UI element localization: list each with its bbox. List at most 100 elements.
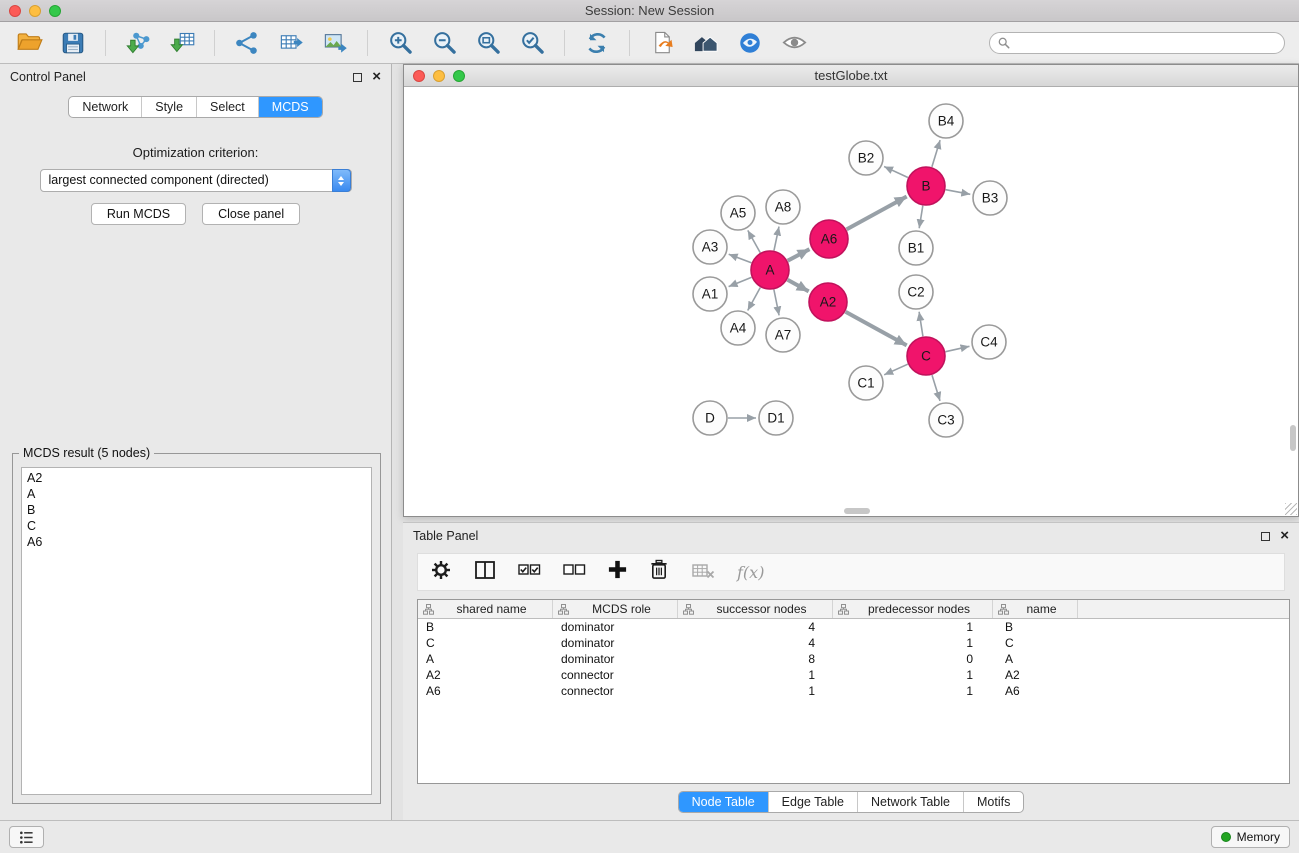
graph-node-C1[interactable]: C1 bbox=[849, 366, 883, 400]
graph-node-C4[interactable]: C4 bbox=[972, 325, 1006, 359]
graph-node-A4[interactable]: A4 bbox=[721, 311, 755, 345]
search-input[interactable] bbox=[1015, 36, 1276, 50]
graph-edge-C-C1[interactable] bbox=[884, 364, 908, 375]
zoom-in-button[interactable] bbox=[381, 26, 419, 60]
open-session-button[interactable] bbox=[10, 26, 48, 60]
maximize-network-button[interactable] bbox=[453, 70, 465, 82]
maximize-window-button[interactable] bbox=[49, 5, 61, 17]
graph-node-C2[interactable]: C2 bbox=[899, 275, 933, 309]
mcds-result-item[interactable]: A2 bbox=[27, 470, 366, 486]
float-panel-icon[interactable] bbox=[353, 73, 362, 82]
delete-table-button[interactable] bbox=[691, 561, 715, 584]
zoom-fit-button[interactable] bbox=[469, 26, 507, 60]
graph-node-B3[interactable]: B3 bbox=[973, 181, 1007, 215]
tab-select[interactable]: Select bbox=[197, 97, 259, 117]
show-columns-button[interactable] bbox=[474, 560, 496, 585]
column-header-MCDS-role[interactable]: MCDS role bbox=[553, 600, 678, 618]
close-table-panel-icon[interactable] bbox=[1280, 531, 1289, 541]
column-header-shared-name[interactable]: shared name bbox=[418, 600, 553, 618]
network-overview-button[interactable] bbox=[687, 26, 725, 60]
graph-node-B2[interactable]: B2 bbox=[849, 141, 883, 175]
tab-edge-table[interactable]: Edge Table bbox=[769, 792, 858, 812]
graph-node-A3[interactable]: A3 bbox=[693, 230, 727, 264]
zoom-out-button[interactable] bbox=[425, 26, 463, 60]
delete-column-button[interactable] bbox=[649, 559, 669, 586]
mcds-result-item[interactable]: C bbox=[27, 518, 366, 534]
network-window-titlebar[interactable]: testGlobe.txt bbox=[404, 65, 1298, 87]
graph-edge-A-A6[interactable] bbox=[788, 249, 810, 261]
minimize-window-button[interactable] bbox=[29, 5, 41, 17]
style-vizmapper-button[interactable] bbox=[731, 26, 769, 60]
export-document-button[interactable] bbox=[643, 26, 681, 60]
zoom-selected-button[interactable] bbox=[513, 26, 551, 60]
mcds-result-item[interactable]: A6 bbox=[27, 534, 366, 550]
graph-edge-C-C4[interactable] bbox=[946, 346, 970, 351]
table-settings-button[interactable] bbox=[430, 559, 452, 586]
column-header-successor-nodes[interactable]: successor nodes bbox=[678, 600, 833, 618]
graph-edge-B-B1[interactable] bbox=[919, 206, 923, 229]
table-row[interactable]: Adominator80A bbox=[418, 651, 1289, 667]
graph-edge-B-B2[interactable] bbox=[884, 167, 908, 178]
graph-node-D1[interactable]: D1 bbox=[759, 401, 793, 435]
graph-node-B[interactable]: B bbox=[907, 167, 945, 205]
horizontal-scrollbar-thumb[interactable] bbox=[844, 508, 870, 514]
graph-node-B4[interactable]: B4 bbox=[929, 104, 963, 138]
graph-node-B1[interactable]: B1 bbox=[899, 231, 933, 265]
column-header-predecessor-nodes[interactable]: predecessor nodes bbox=[833, 600, 993, 618]
graph-edge-A-A3[interactable] bbox=[729, 254, 752, 263]
tab-mcds[interactable]: MCDS bbox=[259, 97, 322, 117]
network-canvas[interactable]: B4B2BB3A8A5A6A3B1AC2A1A2A4A7C4CC1C3DD1 bbox=[404, 87, 1298, 516]
select-all-rows-button[interactable] bbox=[518, 561, 541, 583]
graph-node-C[interactable]: C bbox=[907, 337, 945, 375]
resize-grip-icon[interactable] bbox=[1285, 503, 1297, 515]
graph-node-A6[interactable]: A6 bbox=[810, 220, 848, 258]
deselect-all-rows-button[interactable] bbox=[563, 561, 586, 583]
table-row[interactable]: Cdominator41C bbox=[418, 635, 1289, 651]
graph-edge-A-A4[interactable] bbox=[748, 288, 761, 311]
criterion-select[interactable]: largest connected component (directed) bbox=[40, 169, 352, 192]
add-column-button[interactable] bbox=[608, 560, 627, 584]
graph-node-D[interactable]: D bbox=[693, 401, 727, 435]
import-table-button[interactable] bbox=[163, 26, 201, 60]
graph-node-A1[interactable]: A1 bbox=[693, 277, 727, 311]
export-table-button[interactable] bbox=[272, 26, 310, 60]
close-window-button[interactable] bbox=[9, 5, 21, 17]
mcds-result-item[interactable]: A bbox=[27, 486, 366, 502]
graph-edge-A-A8[interactable] bbox=[774, 227, 779, 251]
graph-edge-A-A7[interactable] bbox=[774, 290, 779, 316]
close-panel-icon[interactable] bbox=[372, 72, 381, 82]
graph-node-A5[interactable]: A5 bbox=[721, 196, 755, 230]
table-row[interactable]: A2connector11A2 bbox=[418, 667, 1289, 683]
minimize-network-button[interactable] bbox=[433, 70, 445, 82]
memory-button[interactable]: Memory bbox=[1211, 826, 1290, 848]
graph-edge-A6-B[interactable] bbox=[847, 197, 907, 230]
vertical-scrollbar-thumb[interactable] bbox=[1290, 425, 1296, 451]
graph-edge-C-C3[interactable] bbox=[932, 375, 940, 401]
tab-network-table[interactable]: Network Table bbox=[858, 792, 964, 812]
show-hide-button[interactable] bbox=[775, 26, 813, 60]
graph-edge-A-A5[interactable] bbox=[748, 230, 760, 252]
tab-node-table[interactable]: Node Table bbox=[679, 792, 769, 812]
tab-network[interactable]: Network bbox=[69, 97, 142, 117]
graph-node-A8[interactable]: A8 bbox=[766, 190, 800, 224]
save-session-button[interactable] bbox=[54, 26, 92, 60]
close-network-button[interactable] bbox=[413, 70, 425, 82]
mcds-result-item[interactable]: B bbox=[27, 502, 366, 518]
search-box[interactable] bbox=[989, 32, 1285, 54]
graph-edge-A2-C[interactable] bbox=[846, 312, 907, 346]
graph-edge-B-B4[interactable] bbox=[932, 140, 940, 167]
run-mcds-button[interactable]: Run MCDS bbox=[91, 203, 186, 225]
new-network-button[interactable] bbox=[228, 26, 266, 60]
refresh-button[interactable] bbox=[578, 26, 616, 60]
graph-edge-A-A2[interactable] bbox=[788, 280, 809, 292]
graph-edge-A-A1[interactable] bbox=[729, 277, 752, 286]
table-row[interactable]: Bdominator41B bbox=[418, 619, 1289, 635]
function-builder-button[interactable]: f(x) bbox=[737, 563, 764, 582]
graph-edge-B-B3[interactable] bbox=[946, 190, 971, 195]
table-row[interactable]: A6connector11A6 bbox=[418, 683, 1289, 699]
task-history-button[interactable] bbox=[9, 826, 44, 848]
graph-node-A[interactable]: A bbox=[751, 251, 789, 289]
graph-edge-C-C2[interactable] bbox=[919, 312, 923, 336]
graph-node-C3[interactable]: C3 bbox=[929, 403, 963, 437]
import-network-button[interactable] bbox=[119, 26, 157, 60]
